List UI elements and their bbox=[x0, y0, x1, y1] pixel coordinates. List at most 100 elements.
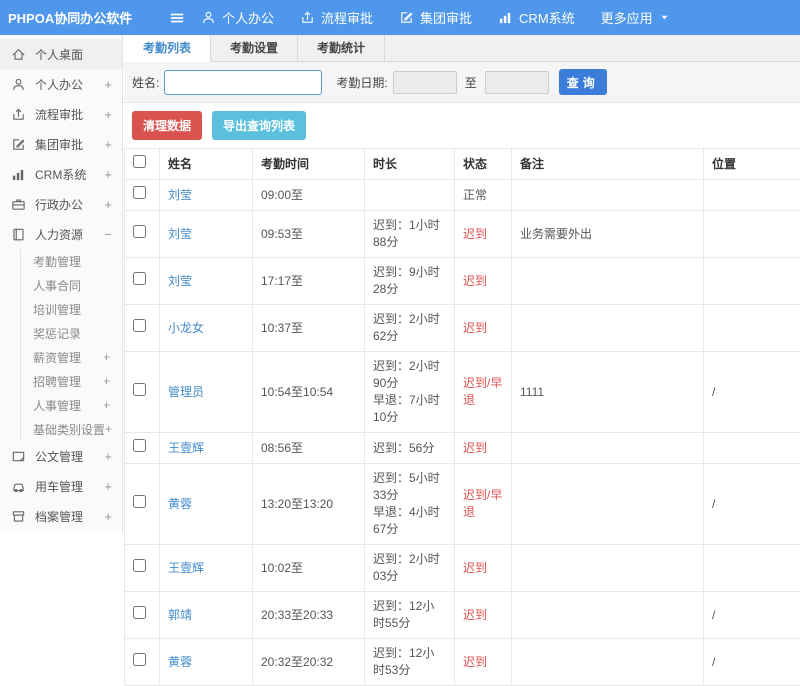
name-input[interactable] bbox=[164, 70, 322, 95]
expand-toggle-icon[interactable]: + bbox=[104, 167, 112, 182]
nav-item-2[interactable]: 集团审批 bbox=[399, 8, 472, 27]
export-list-button[interactable]: 导出查询列表 bbox=[212, 111, 306, 140]
search-button[interactable]: 查询 bbox=[559, 69, 607, 95]
sidebar-item-3[interactable]: 集团审批+ bbox=[0, 129, 122, 159]
row-checkbox[interactable] bbox=[133, 439, 146, 452]
expand-toggle-icon[interactable]: + bbox=[103, 350, 110, 364]
chart-icon bbox=[498, 10, 513, 25]
nav-item-0[interactable]: 个人办公 bbox=[201, 8, 274, 27]
sidebar-subitem-7[interactable]: 基础类别设置+ bbox=[21, 417, 122, 441]
name-cell: 管理员 bbox=[160, 352, 253, 433]
sidebar-subitem-0[interactable]: 考勤管理 bbox=[21, 249, 122, 273]
sidebar-subitem-5[interactable]: 招聘管理+ bbox=[21, 369, 122, 393]
nav-item-1[interactable]: 流程审批 bbox=[300, 8, 373, 27]
expand-toggle-icon[interactable]: − bbox=[104, 227, 112, 242]
row-checkbox[interactable] bbox=[133, 383, 146, 396]
name-cell: 黄蓉 bbox=[160, 464, 253, 545]
sidebar-item-8[interactable]: 用车管理+ bbox=[0, 471, 122, 501]
row-checkbox-cell bbox=[125, 305, 160, 352]
employee-name-link[interactable]: 小龙女 bbox=[168, 321, 204, 335]
nav-item-label: CRM系统 bbox=[519, 8, 575, 27]
employee-name-link[interactable]: 管理员 bbox=[168, 385, 204, 399]
row-checkbox[interactable] bbox=[133, 559, 146, 572]
sidebar-subitem-6[interactable]: 人事管理+ bbox=[21, 393, 122, 417]
sidebar-item-9[interactable]: 档案管理+ bbox=[0, 501, 122, 531]
sidebar-item-7[interactable]: 公文管理+ bbox=[0, 441, 122, 471]
duration-cell: 迟到：2小时03分 bbox=[365, 545, 455, 592]
row-checkbox[interactable] bbox=[133, 272, 146, 285]
row-checkbox[interactable] bbox=[133, 319, 146, 332]
name-cell: 刘莹 bbox=[160, 180, 253, 211]
nav-item-3[interactable]: CRM系统 bbox=[498, 8, 575, 27]
sidebar-subitem-2[interactable]: 培训管理 bbox=[21, 297, 122, 321]
column-header: 考勤时间 bbox=[253, 149, 365, 180]
select-all-checkbox[interactable] bbox=[133, 155, 146, 168]
employee-name-link[interactable]: 郭靖 bbox=[168, 608, 192, 622]
tab-1[interactable]: 考勤设置 bbox=[211, 35, 298, 61]
note-cell bbox=[512, 258, 704, 305]
sidebar-item-4[interactable]: CRM系统+ bbox=[0, 159, 122, 189]
expand-toggle-icon[interactable]: + bbox=[104, 479, 112, 494]
table-row: 黄蓉20:32至20:32迟到：12小时53分迟到/ bbox=[125, 639, 800, 686]
status-badge: 正常 bbox=[463, 188, 487, 202]
expand-toggle-icon[interactable]: + bbox=[104, 107, 112, 122]
sidebar-item-0[interactable]: 个人桌面 bbox=[0, 39, 122, 69]
table-header-row: 姓名考勤时间时长状态备注位置 bbox=[125, 149, 800, 180]
status-cell: 迟到 bbox=[455, 258, 512, 305]
sidebar-item-label: 个人桌面 bbox=[35, 46, 112, 63]
employee-name-link[interactable]: 刘莹 bbox=[168, 188, 192, 202]
expand-toggle-icon[interactable]: + bbox=[105, 422, 112, 436]
employee-name-link[interactable]: 黄蓉 bbox=[168, 497, 192, 511]
employee-name-link[interactable]: 王壹辉 bbox=[168, 561, 204, 575]
expand-toggle-icon[interactable]: + bbox=[103, 374, 110, 388]
expand-toggle-icon[interactable]: + bbox=[104, 449, 112, 464]
row-checkbox-cell bbox=[125, 545, 160, 592]
expand-toggle-icon[interactable]: + bbox=[104, 137, 112, 152]
time-cell: 10:54至10:54 bbox=[253, 352, 365, 433]
expand-toggle-icon[interactable]: + bbox=[104, 77, 112, 92]
row-checkbox[interactable] bbox=[133, 186, 146, 199]
duration-line: 迟到：2小时90分 bbox=[373, 358, 446, 392]
sidebar-item-5[interactable]: 行政办公+ bbox=[0, 189, 122, 219]
action-bar: 清理数据 导出查询列表 bbox=[124, 103, 800, 148]
tab-0[interactable]: 考勤列表 bbox=[124, 35, 211, 62]
clean-data-button[interactable]: 清理数据 bbox=[132, 111, 202, 140]
nav-item-4[interactable]: 更多应用 bbox=[601, 8, 670, 27]
sidebar-item-6[interactable]: 人力资源− bbox=[0, 219, 122, 249]
row-checkbox-cell bbox=[125, 211, 160, 258]
employee-name-link[interactable]: 刘莹 bbox=[168, 227, 192, 241]
duration-line: 迟到：12小时55分 bbox=[373, 598, 446, 632]
sidebar-item-2[interactable]: 流程审批+ bbox=[0, 99, 122, 129]
row-checkbox[interactable] bbox=[133, 495, 146, 508]
row-checkbox[interactable] bbox=[133, 606, 146, 619]
table-row: 黄蓉13:20至13:20迟到：5小时33分早退：4小时67分迟到/早退/ bbox=[125, 464, 800, 545]
sidebar-subitem-3[interactable]: 奖惩记录 bbox=[21, 321, 122, 345]
note-cell bbox=[512, 545, 704, 592]
sidebar-item-label: 集团审批 bbox=[35, 136, 104, 153]
expand-toggle-icon[interactable]: + bbox=[104, 197, 112, 212]
expand-toggle-icon[interactable]: + bbox=[104, 509, 112, 524]
filter-bar: 姓名: 考勤日期: 至 查询 bbox=[124, 62, 800, 103]
sidebar-subitem-label: 考勤管理 bbox=[33, 253, 110, 270]
date-from-input[interactable] bbox=[393, 71, 457, 94]
row-checkbox[interactable] bbox=[133, 225, 146, 238]
employee-name-link[interactable]: 王壹辉 bbox=[168, 441, 204, 455]
hamburger-menu-icon[interactable] bbox=[169, 10, 185, 26]
status-badge: 迟到/早退 bbox=[463, 488, 502, 519]
row-checkbox[interactable] bbox=[133, 653, 146, 666]
tab-2[interactable]: 考勤统计 bbox=[298, 35, 385, 61]
sidebar-item-1[interactable]: 个人办公+ bbox=[0, 69, 122, 99]
date-to-input[interactable] bbox=[485, 71, 549, 94]
sidebar-subitem-4[interactable]: 薪资管理+ bbox=[21, 345, 122, 369]
location-cell bbox=[704, 180, 800, 211]
employee-name-link[interactable]: 刘莹 bbox=[168, 274, 192, 288]
location-cell: / bbox=[704, 352, 800, 433]
sidebar: 个人桌面个人办公+流程审批+集团审批+CRM系统+行政办公+人力资源−考勤管理人… bbox=[0, 35, 123, 532]
user-icon bbox=[201, 10, 216, 25]
row-checkbox-cell bbox=[125, 352, 160, 433]
status-badge: 迟到 bbox=[463, 274, 487, 288]
employee-name-link[interactable]: 黄蓉 bbox=[168, 655, 192, 669]
doc-icon bbox=[11, 449, 26, 464]
sidebar-subitem-1[interactable]: 人事合同 bbox=[21, 273, 122, 297]
expand-toggle-icon[interactable]: + bbox=[103, 398, 110, 412]
